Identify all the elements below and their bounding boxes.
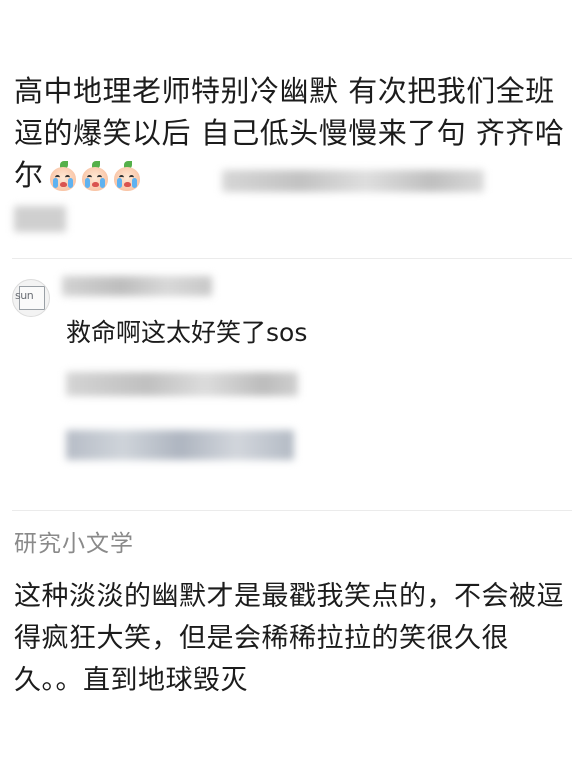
avatar-label: sun (15, 289, 34, 302)
blurred-username (62, 276, 212, 296)
blurred-text (222, 170, 484, 192)
comment-text: 这种淡淡的幽默才是最戳我笑点的，不会被逗得疯狂大笑，但是会稀稀拉拉的笑很久很久。… (14, 581, 564, 696)
avatar[interactable]: sun (12, 279, 50, 317)
crying-face-emoji (48, 161, 78, 191)
emoji-group (48, 161, 142, 191)
crying-face-emoji (80, 161, 110, 191)
reply-text: 救命啊这太好笑了sos (66, 318, 308, 347)
divider (12, 258, 572, 259)
crying-face-emoji (112, 161, 142, 191)
comment-author[interactable]: 研究小文学 (14, 528, 134, 560)
blurred-text (66, 372, 298, 396)
blurred-text (66, 430, 294, 460)
divider (12, 510, 572, 511)
blurred-text (14, 206, 66, 232)
